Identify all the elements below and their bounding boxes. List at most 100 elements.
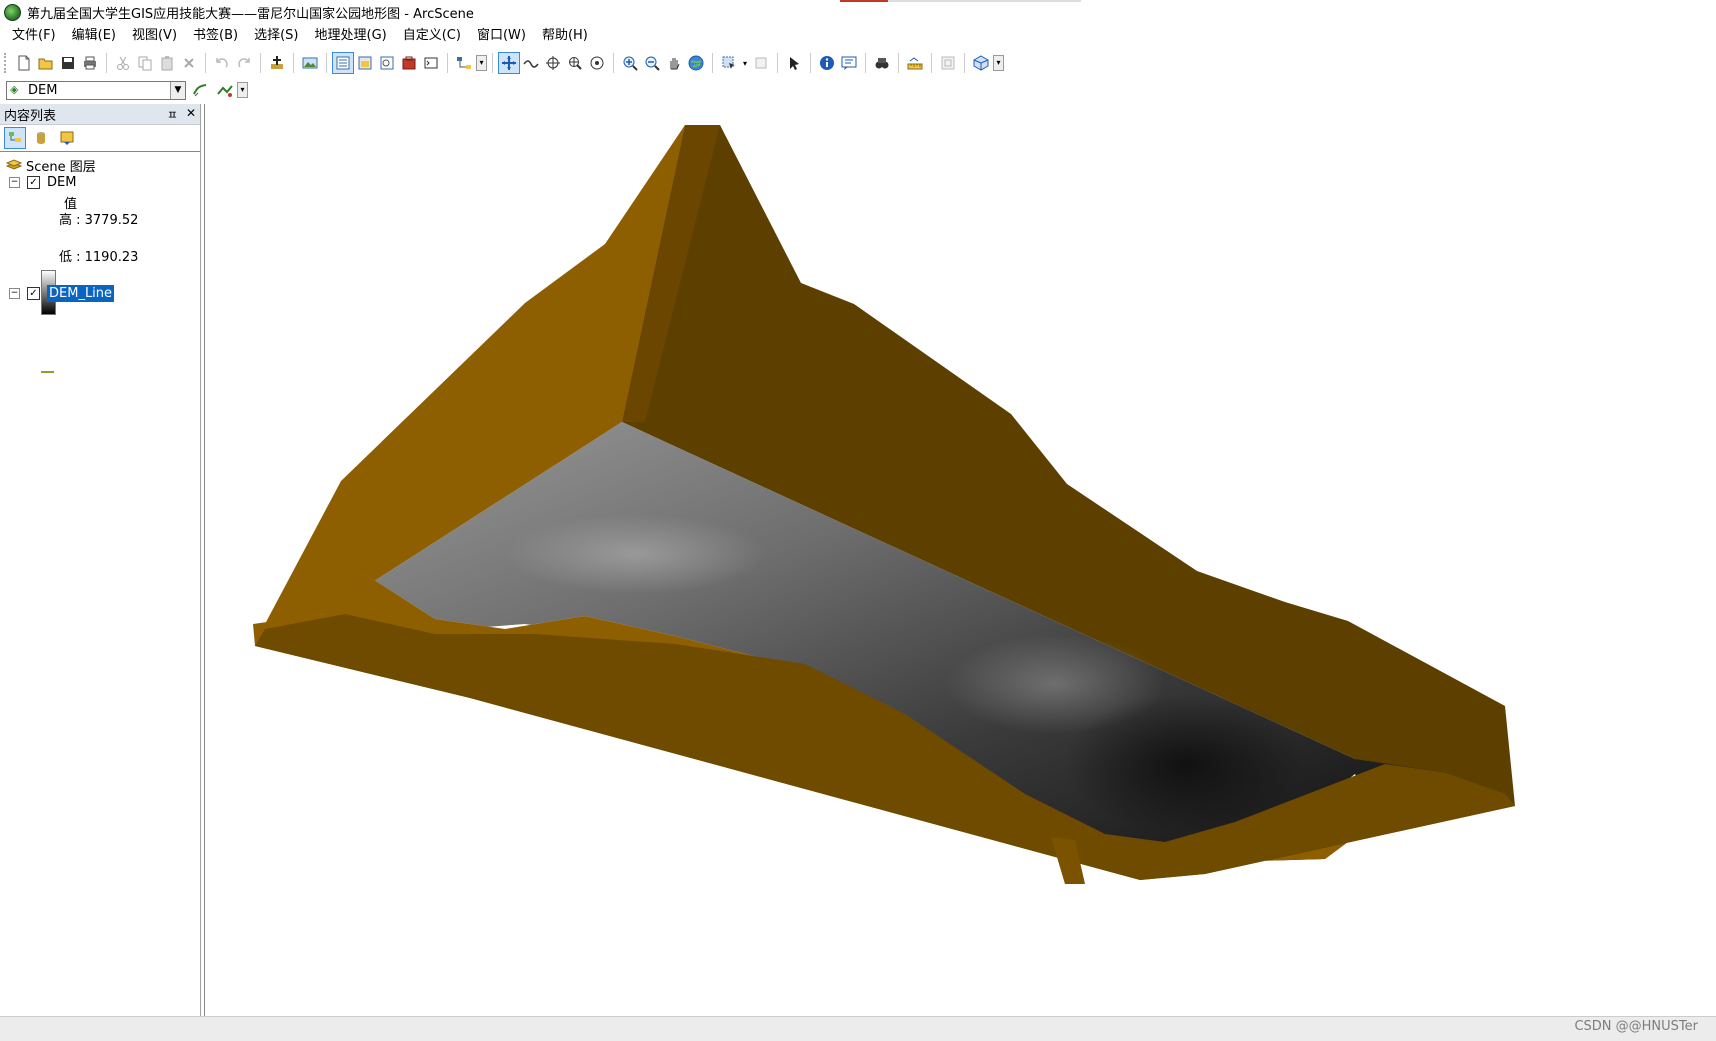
collapse-icon[interactable]: − bbox=[9, 288, 20, 299]
copy-icon[interactable] bbox=[135, 53, 155, 73]
legend-high-label: 高 : 3779.52 bbox=[59, 213, 139, 228]
select-features-icon[interactable] bbox=[719, 53, 739, 73]
dem-line-layer-row[interactable]: − ✓ DEM_Line bbox=[9, 285, 115, 302]
narrow-fov-icon[interactable] bbox=[938, 53, 958, 73]
3d-analyst-toolbar: ◈ DEM ▼ ▾ bbox=[0, 78, 1716, 102]
zoom-to-target-icon[interactable] bbox=[565, 53, 585, 73]
pin-icon[interactable]: ㅍ bbox=[167, 106, 178, 123]
list-by-drawing-order-icon[interactable] bbox=[4, 127, 26, 149]
target-center-icon[interactable] bbox=[543, 53, 563, 73]
toc-title: 内容列表 bbox=[4, 108, 57, 124]
toolbar-separator bbox=[326, 53, 327, 73]
toolbar-overflow-chevron[interactable]: ▾ bbox=[993, 55, 1004, 71]
select-elements-icon[interactable] bbox=[784, 53, 804, 73]
scene-layers-node[interactable]: Scene 图层 bbox=[5, 156, 96, 175]
list-by-source-icon[interactable] bbox=[31, 128, 51, 148]
status-bar bbox=[0, 1016, 1716, 1041]
fly-icon[interactable] bbox=[521, 53, 541, 73]
menu-edit[interactable]: 编辑(E) bbox=[64, 24, 124, 48]
menu-customize[interactable]: 自定义(C) bbox=[395, 24, 469, 48]
identify-icon[interactable] bbox=[817, 53, 837, 73]
navigate-icon[interactable] bbox=[498, 52, 520, 74]
catalog-icon[interactable] bbox=[355, 53, 375, 73]
add-data-icon[interactable] bbox=[267, 53, 287, 73]
select-dropdown-chevron[interactable]: ▾ bbox=[741, 53, 749, 73]
print-icon[interactable] bbox=[80, 53, 100, 73]
toolbar-overflow-chevron[interactable]: ▾ bbox=[476, 55, 487, 71]
chevron-down-icon[interactable]: ▼ bbox=[170, 81, 185, 99]
collapse-icon[interactable]: − bbox=[9, 177, 20, 188]
menu-help[interactable]: 帮助(H) bbox=[534, 24, 596, 48]
set-observer-icon[interactable] bbox=[587, 53, 607, 73]
toolbar-grip[interactable] bbox=[4, 53, 9, 73]
new-file-icon[interactable] bbox=[14, 53, 34, 73]
raster-layer-icon: ◈ bbox=[10, 83, 19, 96]
pan-icon[interactable] bbox=[664, 53, 684, 73]
table-of-contents-panel: 内容列表 ㅍ ✕ Scene 图层 − ✓ DEM 值 高 : 3779.52 … bbox=[0, 104, 201, 1016]
dem-line-visibility-checkbox[interactable]: ✓ bbox=[27, 287, 40, 300]
find-icon[interactable] bbox=[872, 53, 892, 73]
interpolate-point-icon[interactable] bbox=[215, 80, 235, 100]
full-extent-icon[interactable] bbox=[686, 53, 706, 73]
model-builder-icon[interactable] bbox=[454, 53, 474, 73]
layer-dropdown-value: DEM bbox=[28, 82, 58, 98]
legend-low-row: 低 : 1190.23 bbox=[59, 246, 138, 265]
paste-icon[interactable] bbox=[157, 53, 177, 73]
standard-toolbar: ▾ ▾ ▾ bbox=[0, 48, 1716, 78]
legend-high-row: 高 : 3779.52 bbox=[59, 209, 138, 228]
3d-effects-icon[interactable] bbox=[971, 53, 991, 73]
search-window-icon[interactable] bbox=[377, 53, 397, 73]
arctoolbox-icon[interactable] bbox=[399, 53, 419, 73]
3d-terrain-render bbox=[253, 125, 1515, 884]
dem-layer-row[interactable]: − ✓ DEM bbox=[9, 175, 76, 190]
title-bar: 第九届全国大学生GIS应用技能大赛——雷尼尔山国家公园地形图 - ArcScen… bbox=[0, 0, 1716, 24]
scene-properties-icon[interactable] bbox=[300, 53, 320, 73]
cut-icon[interactable] bbox=[113, 53, 133, 73]
toolbar-separator bbox=[106, 53, 107, 73]
arcscene-app-icon bbox=[4, 3, 21, 21]
toolbar-separator bbox=[810, 53, 811, 73]
list-by-visibility-icon[interactable] bbox=[57, 128, 77, 148]
delete-icon[interactable] bbox=[179, 53, 199, 73]
menu-windows[interactable]: 窗口(W) bbox=[469, 24, 534, 48]
menu-view[interactable]: 视图(V) bbox=[124, 24, 185, 48]
undo-icon[interactable] bbox=[212, 53, 232, 73]
toolbar-separator bbox=[712, 53, 713, 73]
terrain-ridge bbox=[505, 514, 765, 594]
menu-bar: 文件(F) 编辑(E) 视图(V) 书签(B) 选择(S) 地理处理(G) 自定… bbox=[0, 24, 1716, 48]
menu-bookmarks[interactable]: 书签(B) bbox=[185, 24, 246, 48]
dem-visibility-checkbox[interactable]: ✓ bbox=[27, 176, 40, 189]
toolbar-separator bbox=[447, 53, 448, 73]
zoom-in-icon[interactable] bbox=[620, 53, 640, 73]
toolbar-separator bbox=[777, 53, 778, 73]
python-icon[interactable] bbox=[421, 53, 441, 73]
toolbar-overflow-chevron[interactable]: ▾ bbox=[237, 82, 248, 98]
scene-view[interactable] bbox=[204, 104, 1716, 1016]
toolbar-separator bbox=[865, 53, 866, 73]
layer-dropdown[interactable]: ◈ DEM ▼ bbox=[6, 80, 186, 100]
close-icon[interactable]: ✕ bbox=[186, 106, 196, 123]
toolbar-separator bbox=[613, 53, 614, 73]
toolbar-separator bbox=[260, 53, 261, 73]
menu-geoprocessing[interactable]: 地理处理(G) bbox=[307, 24, 395, 48]
table-of-contents-icon[interactable] bbox=[332, 52, 354, 74]
window-title: 第九届全国大学生GIS应用技能大赛——雷尼尔山国家公园地形图 - ArcScen… bbox=[27, 6, 474, 22]
toolbar-separator bbox=[898, 53, 899, 73]
measure-icon[interactable] bbox=[905, 53, 925, 73]
zoom-out-icon[interactable] bbox=[642, 53, 662, 73]
html-popup-icon[interactable] bbox=[839, 53, 859, 73]
line-symbol-swatch bbox=[41, 371, 54, 373]
clear-selection-icon[interactable] bbox=[751, 53, 771, 73]
title-accent-bar-grey bbox=[888, 0, 1081, 2]
toc-header: 内容列表 ㅍ ✕ bbox=[0, 104, 200, 125]
title-accent-bar bbox=[840, 0, 888, 2]
interpolate-line-icon[interactable] bbox=[190, 80, 210, 100]
open-folder-icon[interactable] bbox=[36, 53, 56, 73]
toc-toolbar bbox=[0, 125, 200, 152]
redo-icon[interactable] bbox=[234, 53, 254, 73]
toolbar-separator bbox=[964, 53, 965, 73]
menu-selection[interactable]: 选择(S) bbox=[246, 24, 306, 48]
toc-tree: Scene 图层 − ✓ DEM 值 高 : 3779.52 低 : 1190.… bbox=[0, 152, 200, 373]
menu-file[interactable]: 文件(F) bbox=[4, 24, 64, 48]
save-icon[interactable] bbox=[58, 53, 78, 73]
